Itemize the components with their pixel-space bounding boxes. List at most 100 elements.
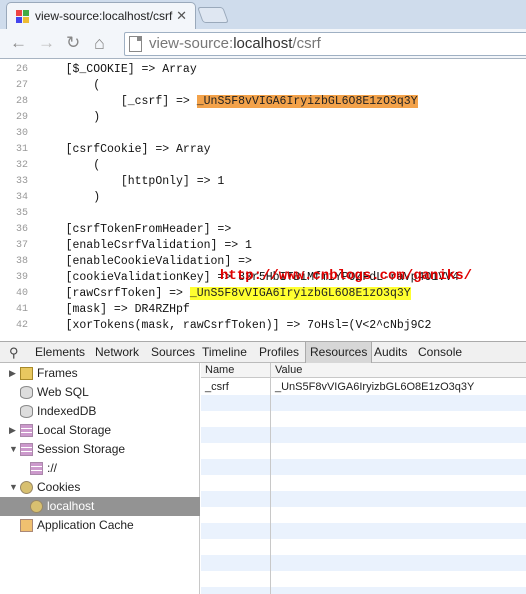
tab-title: view-source:localhost/csrf — [35, 9, 173, 23]
tab-console[interactable]: Console — [414, 342, 466, 363]
app-cache-icon — [20, 519, 33, 532]
column-header-value[interactable]: Value — [275, 364, 302, 376]
source-code: [httpOnly] => 1 — [38, 175, 225, 188]
collapsed-arrow-icon[interactable]: ▶ — [9, 364, 16, 383]
table-row — [201, 587, 526, 594]
cookie-name: _csrf — [205, 381, 229, 393]
source-line: 31 [csrfCookie] => Array — [0, 142, 526, 158]
sidebar-item-cookies[interactable]: ▼ Cookies — [0, 478, 200, 497]
line-number: 32 — [15, 160, 28, 171]
source-line: 37 [enableCsrfValidation] => 1 — [0, 238, 526, 254]
storage-grid-icon — [20, 443, 33, 456]
back-icon[interactable]: ← — [10, 34, 27, 52]
tab-timeline[interactable]: Timeline — [198, 342, 251, 363]
source-code: [csrfCookie] => Array — [38, 143, 211, 156]
source-line: 41 [mask] => DR4RZHpf — [0, 302, 526, 318]
sidebar-item-indexeddb[interactable]: IndexedDB — [0, 402, 200, 421]
sidebar-item-label: :// — [47, 461, 58, 475]
sidebar-item-label: localhost — [47, 499, 95, 513]
table-row — [201, 555, 526, 571]
table-row — [201, 411, 526, 427]
folder-icon — [20, 367, 33, 380]
source-code: ) — [38, 111, 101, 124]
table-row — [201, 459, 526, 475]
close-tab-icon[interactable]: ✕ — [176, 8, 187, 24]
expanded-arrow-icon[interactable]: ▼ — [9, 440, 18, 459]
source-line: 35 — [0, 206, 526, 222]
storage-grid-icon — [30, 462, 43, 475]
sidebar-item-session-storage[interactable]: ▼ Session Storage — [0, 440, 200, 459]
sidebar-item-label: Frames — [37, 366, 78, 380]
table-row — [201, 395, 526, 411]
devtools-tabbar: ⚲ Elements Network Sources Timeline Profiles… — [0, 341, 526, 363]
database-icon — [20, 386, 33, 399]
sidebar-item-label: Session Storage — [37, 442, 126, 456]
tab-sources[interactable]: Sources — [147, 342, 199, 363]
sidebar-item-label: Web SQL — [37, 385, 89, 399]
source-line: 29 ) — [0, 110, 526, 126]
table-row — [201, 539, 526, 555]
line-number: 33 — [15, 176, 28, 187]
line-number: 31 — [15, 144, 28, 155]
line-number: 30 — [15, 128, 28, 139]
storage-grid-icon — [20, 424, 33, 437]
sidebar-item-localhost[interactable]: localhost — [0, 497, 200, 516]
column-divider[interactable] — [270, 363, 271, 594]
line-number: 28 — [15, 96, 28, 107]
line-number: 36 — [15, 224, 28, 235]
column-header-name[interactable]: Name — [205, 364, 234, 376]
sidebar-item-local-storage[interactable]: ▶ Local Storage — [0, 421, 200, 440]
sidebar-item-[interactable]: :// — [0, 459, 200, 478]
table-row — [201, 491, 526, 507]
source-code: [rawCsrfToken] => _UnS5F8vVIGA6IryizbGL6… — [38, 287, 411, 300]
new-tab-button[interactable] — [197, 7, 229, 23]
sidebar-item-frames[interactable]: ▶ Frames — [0, 364, 200, 383]
source-code: [csrfTokenFromHeader] => — [38, 223, 232, 236]
table-row — [201, 507, 526, 523]
source-code: ( — [38, 159, 101, 172]
resources-sidebar: ▶ Frames Web SQL IndexedDB ▶ Local Storage ▼ Se… — [0, 363, 200, 594]
address-bar[interactable]: view-source:localhost/csrf — [124, 32, 526, 56]
line-number: 35 — [15, 208, 28, 219]
source-code: [$_COOKIE] => Array — [38, 63, 197, 76]
tab-strip: view-source:localhost/csrf ✕ — [0, 0, 526, 29]
watermark-text: http://www.cnblogs.com/ganiks/ — [220, 268, 473, 284]
tab-network[interactable]: Network — [91, 342, 143, 363]
highlighted-token: _UnS5F8vVIGA6IryizbGL6O8E1zO3q3Y — [196, 95, 418, 108]
cookies-table: Name Value _csrf _UnS5F8vVIGA6IryizbGL6O8… — [201, 363, 526, 594]
browser-toolbar: ← → ↻ ⌂ view-source:localhost/csrf — [0, 29, 526, 59]
sidebar-item-label: Application Cache — [37, 518, 134, 532]
line-number: 29 — [15, 112, 28, 123]
search-icon[interactable]: ⚲ — [9, 345, 19, 361]
sidebar-item-web-sql[interactable]: Web SQL — [0, 383, 200, 402]
source-code: ( — [38, 79, 101, 92]
highlighted-token: _UnS5F8vVIGA6IryizbGL6O8E1zO3q3Y — [189, 287, 411, 300]
tab-audits[interactable]: Audits — [370, 342, 411, 363]
source-line: 34 ) — [0, 190, 526, 206]
address-url: view-source:localhost/csrf — [149, 35, 321, 52]
tab-resources[interactable]: Resources — [305, 342, 373, 363]
collapsed-arrow-icon[interactable]: ▶ — [9, 421, 16, 440]
expanded-arrow-icon[interactable]: ▼ — [9, 478, 18, 497]
reload-icon[interactable]: ↻ — [66, 34, 80, 52]
source-code: [mask] => DR4RZHpf — [38, 303, 190, 316]
table-row[interactable]: _csrf _UnS5F8vVIGA6IryizbGL6O8E1zO3q3Y — [201, 379, 526, 395]
tab-elements[interactable]: Elements — [31, 342, 89, 363]
source-line: 27 ( — [0, 78, 526, 94]
page-icon — [129, 36, 142, 52]
line-number: 39 — [15, 272, 28, 283]
source-line: 26 [$_COOKIE] => Array — [0, 62, 526, 78]
forward-icon[interactable]: → — [38, 34, 55, 52]
cookie-icon — [30, 500, 43, 513]
source-code: ) — [38, 191, 101, 204]
table-row — [201, 443, 526, 459]
home-icon[interactable]: ⌂ — [94, 34, 105, 52]
sidebar-item-label: IndexedDB — [37, 404, 97, 418]
tab-profiles[interactable]: Profiles — [255, 342, 303, 363]
source-line: 30 — [0, 126, 526, 142]
sidebar-item-application-cache[interactable]: Application Cache — [0, 516, 200, 535]
source-line: 28 [_csrf] => _UnS5F8vVIGA6IryizbGL6O8E1… — [0, 94, 526, 110]
source-view: 26 [$_COOKIE] => Array 27 (28 [_csrf] => … — [0, 60, 526, 341]
browser-tab[interactable]: view-source:localhost/csrf ✕ — [6, 2, 196, 29]
table-row — [201, 475, 526, 491]
